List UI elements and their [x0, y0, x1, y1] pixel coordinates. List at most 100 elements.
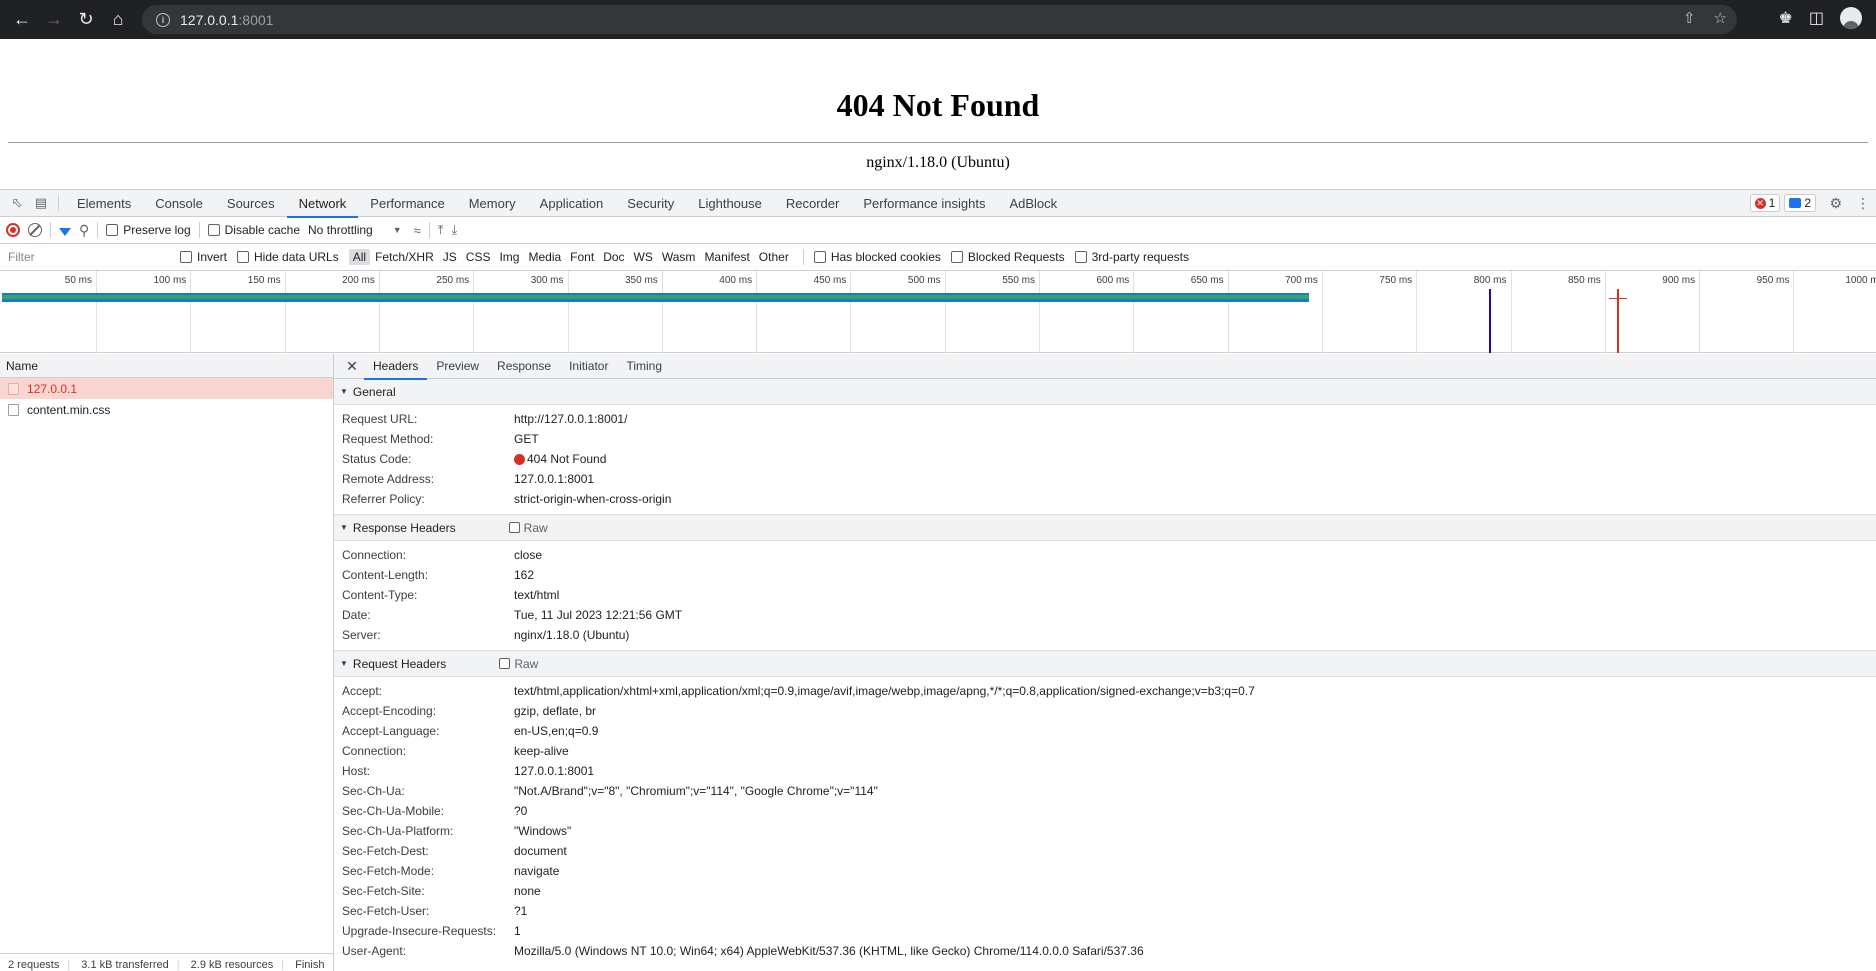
raw-checkbox[interactable]: Raw: [499, 657, 538, 671]
filter-type-font[interactable]: Font: [566, 249, 598, 265]
tab-recorder[interactable]: Recorder: [774, 190, 851, 217]
forward-arrow-icon[interactable]: →: [38, 4, 70, 36]
checkbox-box[interactable]: [106, 224, 119, 236]
timeline-gridline: [944, 271, 946, 353]
header-row: Sec-Ch-Ua-Mobile: ?0: [334, 801, 1876, 821]
tab-application[interactable]: Application: [528, 190, 616, 217]
timeline-tick-label: 650 ms: [1190, 275, 1224, 286]
invert-checkbox[interactable]: Invert: [180, 250, 227, 264]
import-har-icon[interactable]: ⤒: [438, 222, 444, 238]
third-party-label: 3rd-party requests: [1091, 250, 1189, 264]
error-count-badge[interactable]: ✕ 1: [1749, 194, 1781, 212]
throttling-select[interactable]: No throttling ▼: [308, 223, 402, 237]
tab-adblock[interactable]: AdBlock: [997, 190, 1069, 217]
filter-type-css[interactable]: CSS: [462, 249, 495, 265]
request-row[interactable]: 127.0.0.1: [0, 378, 333, 399]
header-value: GET: [514, 432, 539, 446]
checkbox-box[interactable]: [499, 658, 511, 669]
request-list: Name 127.0.0.1 content.min.css 2 requests…: [0, 354, 334, 971]
devtools-panel: ⬁ ▤ Elements Console Sources Network Perform…: [0, 189, 1876, 971]
request-headers-section-header[interactable]: ▼ Request Headers Raw: [334, 651, 1876, 677]
filter-type-doc[interactable]: Doc: [599, 249, 628, 265]
header-row: Connection: keep-alive: [334, 741, 1876, 761]
tab-sources[interactable]: Sources: [215, 190, 287, 217]
filter-type-media[interactable]: Media: [524, 249, 565, 265]
search-icon[interactable]: ⚲: [79, 222, 89, 239]
network-overview-timeline[interactable]: 50 ms 100 ms 150 ms 200 ms 250 ms 300 ms 350 m…: [0, 271, 1876, 353]
header-row: Accept: text/html,application/xhtml+xml,a…: [334, 681, 1876, 701]
detail-tab-initiator[interactable]: Initiator: [560, 354, 617, 379]
filter-type-ws[interactable]: WS: [630, 249, 657, 265]
bookmark-star-icon[interactable]: ☆: [1714, 9, 1727, 27]
more-options-icon[interactable]: ⋮: [1856, 195, 1870, 212]
home-icon[interactable]: ⌂: [102, 4, 134, 36]
tab-network[interactable]: Network: [286, 190, 359, 218]
checkbox-box[interactable]: [813, 251, 826, 263]
has-blocked-cookies-checkbox[interactable]: Has blocked cookies: [813, 250, 941, 264]
hide-data-urls-checkbox[interactable]: Hide data URLs: [237, 250, 339, 264]
inspect-element-icon[interactable]: ⬁: [6, 192, 28, 214]
header-name: Sec-Fetch-Mode:: [342, 864, 435, 878]
device-toolbar-icon[interactable]: ▤: [30, 192, 52, 214]
share-icon[interactable]: ⇧: [1683, 9, 1696, 27]
checkbox-box[interactable]: [180, 251, 192, 263]
detail-tab-timing[interactable]: Timing: [617, 354, 671, 379]
tab-memory[interactable]: Memory: [457, 190, 528, 217]
preserve-log-checkbox[interactable]: Preserve log: [106, 223, 191, 237]
extensions-puzzle-icon[interactable]: ♚: [1779, 8, 1793, 28]
detail-tab-headers[interactable]: Headers: [364, 354, 428, 380]
filter-type-all[interactable]: All: [348, 249, 371, 265]
checkbox-box[interactable]: [1074, 251, 1087, 263]
detail-tab-response[interactable]: Response: [488, 354, 560, 379]
third-party-checkbox[interactable]: 3rd-party requests: [1074, 250, 1189, 264]
filter-type-img[interactable]: Img: [495, 249, 523, 265]
tab-console[interactable]: Console: [143, 190, 215, 217]
side-panel-icon[interactable]: ◫: [1809, 8, 1824, 28]
disable-cache-checkbox[interactable]: Disable cache: [207, 223, 300, 237]
message-count-badge[interactable]: 2: [1784, 194, 1816, 212]
filter-type-manifest[interactable]: Manifest: [700, 249, 753, 265]
tab-lighthouse[interactable]: Lighthouse: [686, 190, 774, 217]
name-column-header[interactable]: Name: [0, 354, 333, 378]
header-value: Mozilla/5.0 (Windows NT 10.0; Win64; x64…: [514, 944, 1144, 958]
filter-input[interactable]: [0, 247, 170, 267]
detail-tab-preview[interactable]: Preview: [427, 354, 488, 379]
header-row: Connection: close: [334, 545, 1876, 565]
network-conditions-icon[interactable]: ≈: [414, 223, 421, 238]
timeline-tick-label: 500 ms: [907, 275, 941, 286]
filter-type-js[interactable]: JS: [439, 249, 461, 265]
checkbox-box[interactable]: [950, 251, 963, 263]
page-content: 404 Not Found nginx/1.18.0 (Ubuntu): [0, 39, 1876, 189]
request-row[interactable]: content.min.css: [0, 399, 333, 420]
tab-performance-insights[interactable]: Performance insights: [851, 190, 997, 217]
response-headers-section-header[interactable]: ▼ Response Headers Raw: [334, 515, 1876, 541]
general-section-header[interactable]: ▼ General: [334, 379, 1876, 405]
back-arrow-icon[interactable]: ←: [6, 4, 38, 36]
checkbox-box[interactable]: [237, 251, 250, 263]
settings-gear-icon[interactable]: ⚙: [1829, 195, 1842, 212]
raw-label: Raw: [523, 520, 548, 535]
request-name: 127.0.0.1: [27, 381, 78, 396]
filter-type-other[interactable]: Other: [755, 249, 793, 265]
filter-funnel-icon[interactable]: [59, 228, 71, 236]
export-har-icon[interactable]: ⤓: [452, 222, 458, 238]
clear-icon[interactable]: [28, 223, 42, 237]
filter-type-fetch-xhr[interactable]: Fetch/XHR: [371, 249, 438, 265]
record-icon[interactable]: [6, 223, 20, 237]
blocked-requests-checkbox[interactable]: Blocked Requests: [950, 250, 1065, 264]
checkbox-box[interactable]: [508, 522, 520, 533]
invert-label: Invert: [197, 250, 228, 264]
profile-avatar-icon[interactable]: [1840, 7, 1862, 29]
raw-checkbox[interactable]: Raw: [508, 520, 548, 535]
site-info-icon[interactable]: i: [156, 12, 170, 27]
checkbox-box[interactable]: [207, 224, 220, 236]
filter-type-wasm[interactable]: Wasm: [658, 249, 700, 265]
tab-security[interactable]: Security: [615, 190, 686, 217]
tab-elements[interactable]: Elements: [65, 190, 143, 217]
timeline-tick-label: 150 ms: [247, 275, 281, 286]
close-icon[interactable]: ✕: [340, 358, 364, 375]
header-row: Request Method: GET: [334, 429, 1876, 449]
address-bar[interactable]: i 127.0.0.1:8001 ⇧ ☆: [142, 5, 1737, 34]
tab-performance[interactable]: Performance: [358, 190, 456, 217]
reload-icon[interactable]: ↻: [70, 4, 102, 36]
